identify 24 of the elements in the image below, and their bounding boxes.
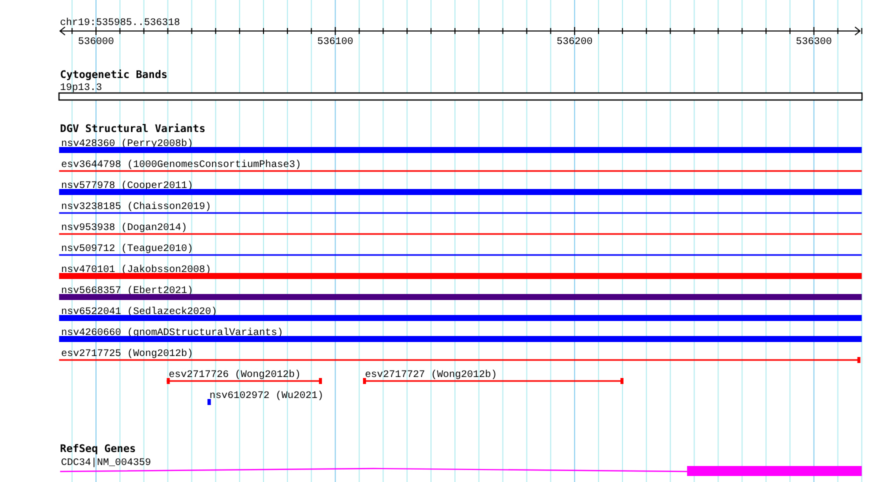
ruler-tick-label: 536000	[78, 37, 114, 48]
variant-label: nsv577978 (Cooper2011)	[61, 181, 194, 192]
variant-label: nsv509712 (Teague2010)	[61, 244, 194, 255]
region-label: chr19:535985..536318	[60, 18, 180, 29]
ruler-tick-label: 536300	[796, 37, 832, 48]
track-title: RefSeq Genes	[60, 443, 136, 455]
variant-label: esv3644798 (1000GenomesConsortiumPhase3)	[61, 160, 302, 171]
variant-label: nsv470101 (Jakobsson2008)	[61, 265, 212, 276]
ruler-tick-label: 536200	[556, 37, 593, 48]
gene-label: CDC34|NM_004359	[61, 458, 152, 469]
variant-label: nsv5668357 (Ebert2021)	[61, 286, 194, 297]
ruler-tick-label: 536100	[317, 37, 354, 48]
track-title: DGV Structural Variants	[60, 123, 206, 135]
variant-label: nsv953938 (Dogan2014)	[61, 223, 188, 234]
variant-label: nsv3238185 (Chaisson2019)	[61, 202, 212, 213]
track-title: Cytogenetic Bands	[60, 69, 168, 81]
variant-label: esv2717725 (Wong2012b)	[61, 349, 194, 360]
variant-label: nsv428360 (Perry2008b)	[61, 139, 194, 150]
variant-label: nsv4260660 (gnomADStructuralVariants)	[61, 328, 284, 339]
variant-label: esv2717727 (Wong2012b)	[365, 370, 498, 381]
band-label: 19p13.3	[60, 83, 102, 94]
variant-label: esv2717726 (Wong2012b)	[168, 370, 301, 381]
variant-label: nsv6102972 (Wu2021)	[209, 391, 324, 402]
variant-label: nsv6522041 (Sedlazeck2020)	[61, 307, 218, 318]
